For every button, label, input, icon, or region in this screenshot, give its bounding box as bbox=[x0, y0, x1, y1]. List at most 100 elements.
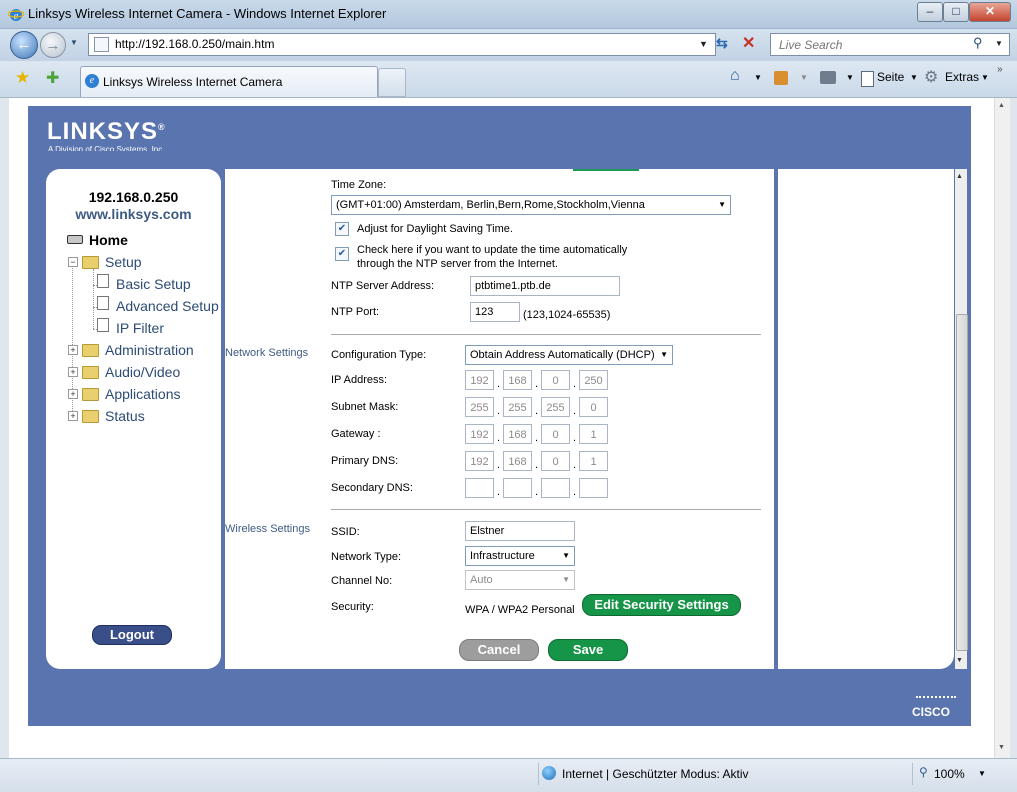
scroll-up-icon[interactable]: ▲ bbox=[956, 173, 963, 180]
dns2-octet-2[interactable] bbox=[503, 478, 532, 498]
minimize-button[interactable]: ‒ bbox=[917, 2, 943, 22]
new-tab-button[interactable] bbox=[378, 68, 406, 97]
home-dropdown-icon[interactable]: ▼ bbox=[754, 73, 762, 82]
mask-octet-1[interactable]: 255 bbox=[465, 397, 494, 417]
sidebar-item-basic-setup[interactable]: Basic Setup bbox=[116, 276, 191, 292]
expand-icon[interactable]: + bbox=[68, 345, 78, 355]
print-icon[interactable] bbox=[820, 71, 836, 84]
ip-separator: . bbox=[573, 459, 577, 471]
expand-icon[interactable]: + bbox=[68, 411, 78, 421]
ip-octet-4[interactable]: 250 bbox=[579, 370, 608, 390]
expand-icon[interactable]: + bbox=[68, 367, 78, 377]
history-dropdown-icon[interactable]: ▼ bbox=[70, 38, 78, 47]
extras-dropdown-icon[interactable]: ▼ bbox=[981, 73, 989, 82]
sidebar-item-setup[interactable]: Setup bbox=[105, 254, 142, 270]
ip-octet-2[interactable]: 168 bbox=[503, 370, 532, 390]
close-window-button[interactable]: ✕ bbox=[969, 2, 1011, 22]
chevron-more-icon[interactable]: » bbox=[997, 64, 1003, 75]
inner-scrollbar-thumb[interactable] bbox=[956, 314, 968, 651]
dns2-octet-1[interactable] bbox=[465, 478, 494, 498]
gateway-octet-2[interactable]: 168 bbox=[503, 424, 532, 444]
search-input[interactable] bbox=[777, 36, 971, 54]
favorites-star-icon[interactable]: ★ bbox=[15, 68, 30, 88]
save-button[interactable]: Save bbox=[548, 639, 628, 661]
ntp-auto-label-line1: Check here if you want to update the tim… bbox=[357, 244, 628, 256]
url-dropdown-icon[interactable]: ▼ bbox=[699, 39, 708, 49]
dns1-octet-1[interactable]: 192 bbox=[465, 451, 494, 471]
config-type-select[interactable]: Obtain Address Automatically (DHCP) ▼ bbox=[465, 345, 673, 365]
scroll-down-icon[interactable]: ▼ bbox=[998, 744, 1005, 751]
page-scrollbar[interactable]: ▲ ▼ bbox=[994, 98, 1010, 758]
search-box[interactable]: ⚲ ▼ bbox=[770, 33, 1010, 56]
feeds-dropdown-icon[interactable]: ▼ bbox=[800, 73, 808, 82]
stop-icon[interactable]: ✕ bbox=[742, 33, 755, 53]
scroll-up-icon[interactable]: ▲ bbox=[998, 102, 1005, 109]
edit-security-settings-button[interactable]: Edit Security Settings bbox=[582, 594, 741, 616]
tab-label: Linksys Wireless Internet Camera bbox=[103, 75, 283, 89]
page-menu-icon bbox=[861, 71, 874, 87]
scroll-down-icon[interactable]: ▼ bbox=[956, 657, 963, 664]
channel-select[interactable]: Auto ▼ bbox=[465, 570, 575, 590]
mask-octet-2[interactable]: 255 bbox=[503, 397, 532, 417]
arrow-left-icon: ← bbox=[16, 36, 32, 53]
ntp-auto-checkbox[interactable]: ✔ bbox=[335, 247, 349, 261]
page-menu-dropdown-icon[interactable]: ▼ bbox=[910, 73, 918, 82]
dns1-octet-2[interactable]: 168 bbox=[503, 451, 532, 471]
logout-button[interactable]: Logout bbox=[92, 625, 172, 645]
sidebar-item-ip-filter[interactable]: IP Filter bbox=[116, 320, 164, 336]
chevron-down-icon: ▼ bbox=[562, 575, 570, 584]
search-dropdown-icon[interactable]: ▼ bbox=[995, 39, 1003, 48]
sidebar-item-home[interactable]: Home bbox=[89, 232, 128, 248]
ip-separator: . bbox=[497, 378, 501, 390]
internet-explorer-icon: e bbox=[8, 9, 24, 22]
globe-icon bbox=[542, 766, 556, 780]
security-zone[interactable]: Internet | Geschützter Modus: Aktiv bbox=[562, 767, 749, 781]
page-menu-button[interactable]: Seite bbox=[877, 70, 904, 84]
sidebar-item-administration[interactable]: Administration bbox=[105, 342, 194, 358]
maximize-button[interactable]: □ bbox=[943, 2, 969, 22]
sidebar-item-advanced-setup[interactable]: Advanced Setup bbox=[116, 298, 219, 314]
time-zone-select[interactable]: (GMT+01:00) Amsterdam, Berlin,Bern,Rome,… bbox=[331, 195, 731, 215]
collapse-icon[interactable]: − bbox=[68, 257, 78, 267]
url-field[interactable]: http://192.168.0.250/main.htm ▼ bbox=[88, 33, 716, 56]
ntp-server-label: NTP Server Address: bbox=[331, 280, 435, 292]
network-type-value: Infrastructure bbox=[470, 550, 535, 562]
zoom-level[interactable]: 100% bbox=[934, 767, 965, 781]
mask-octet-3[interactable]: 255 bbox=[541, 397, 570, 417]
back-button[interactable]: ← bbox=[10, 31, 38, 59]
network-type-select[interactable]: Infrastructure ▼ bbox=[465, 546, 575, 566]
dst-checkbox[interactable]: ✔ bbox=[335, 222, 349, 236]
zoom-dropdown-icon[interactable]: ▼ bbox=[978, 769, 986, 778]
home-icon[interactable]: ⌂ bbox=[730, 67, 740, 85]
gateway-octet-4[interactable]: 1 bbox=[579, 424, 608, 444]
refresh-icon[interactable]: ⇆ bbox=[716, 35, 728, 52]
forward-button[interactable]: → bbox=[40, 32, 66, 58]
ssid-input[interactable]: Elstner bbox=[465, 521, 575, 541]
sidebar-item-status[interactable]: Status bbox=[105, 408, 145, 424]
ntp-server-input[interactable]: ptbtime1.ptb.de bbox=[470, 276, 620, 296]
linksys-website-link[interactable]: www.linksys.com bbox=[46, 206, 221, 222]
dns1-octet-3[interactable]: 0 bbox=[541, 451, 570, 471]
cancel-button[interactable]: Cancel bbox=[459, 639, 539, 661]
ntp-port-input[interactable]: 123 bbox=[470, 302, 520, 322]
gateway-octet-1[interactable]: 192 bbox=[465, 424, 494, 444]
time-zone-label: Time Zone: bbox=[331, 179, 387, 191]
address-toolbar: ← → ▼ http://192.168.0.250/main.htm ▼ ⇆ … bbox=[0, 29, 1017, 61]
feeds-icon[interactable] bbox=[774, 71, 788, 85]
add-favorites-icon[interactable]: ✚ bbox=[46, 68, 59, 88]
dns2-octet-3[interactable] bbox=[541, 478, 570, 498]
gateway-octet-3[interactable]: 0 bbox=[541, 424, 570, 444]
page-icon bbox=[97, 318, 109, 332]
expand-icon[interactable]: + bbox=[68, 389, 78, 399]
sidebar-item-applications[interactable]: Applications bbox=[105, 386, 181, 402]
tab-linksys-camera[interactable]: e Linksys Wireless Internet Camera bbox=[80, 66, 378, 97]
ip-octet-3[interactable]: 0 bbox=[541, 370, 570, 390]
search-icon[interactable]: ⚲ bbox=[973, 35, 983, 51]
dns2-octet-4[interactable] bbox=[579, 478, 608, 498]
sidebar-item-audio-video[interactable]: Audio/Video bbox=[105, 364, 180, 380]
print-dropdown-icon[interactable]: ▼ bbox=[846, 73, 854, 82]
ip-octet-1[interactable]: 192 bbox=[465, 370, 494, 390]
mask-octet-4[interactable]: 0 bbox=[579, 397, 608, 417]
extras-menu-button[interactable]: Extras bbox=[945, 70, 979, 84]
dns1-octet-4[interactable]: 1 bbox=[579, 451, 608, 471]
